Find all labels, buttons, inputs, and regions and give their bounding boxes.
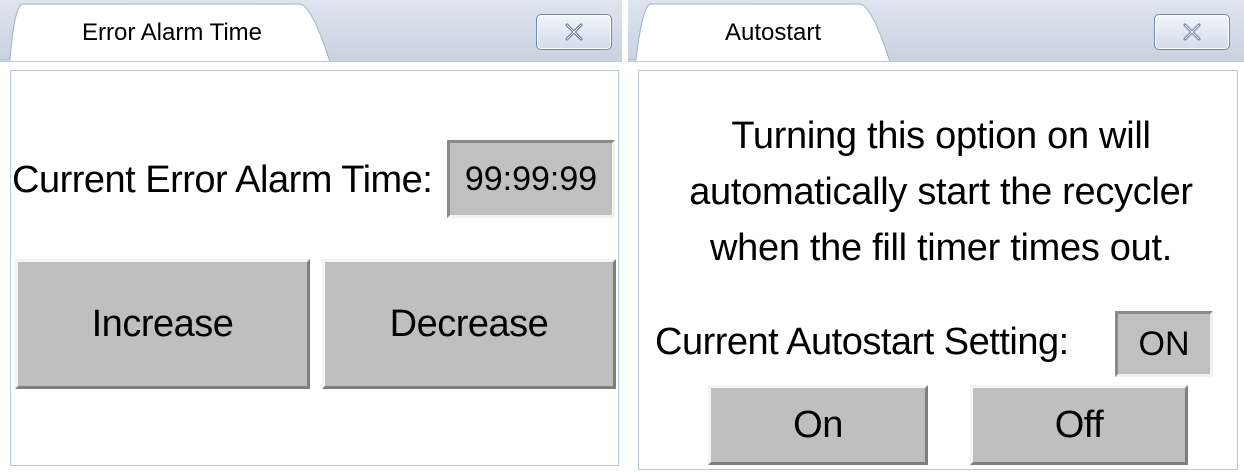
autostart-description-line: automatically start the recycler [689, 171, 1193, 213]
close-icon [565, 23, 583, 41]
autostart-close-button[interactable] [1154, 14, 1230, 50]
increase-button[interactable]: Increase [15, 259, 310, 389]
autostart-description-line: Turning this option on will [731, 115, 1151, 157]
error-alarm-window: Error Alarm Time Current Error Alarm Tim… [0, 0, 622, 472]
screen: Error Alarm Time Current Error Alarm Tim… [0, 0, 1244, 472]
current-autostart-setting-label: Current Autostart Setting: [655, 321, 1069, 363]
autostart-setting-value: ON [1115, 311, 1213, 377]
autostart-tab-bar: Autostart [628, 0, 1244, 62]
decrease-button[interactable]: Decrease [322, 259, 616, 389]
autostart-description: Turning this option on will automaticall… [646, 108, 1236, 276]
error-alarm-time-value: 99:99:99 [447, 140, 615, 218]
autostart-window: Autostart Turning this option on will au… [628, 0, 1244, 472]
error-alarm-tab[interactable]: Error Alarm Time [52, 19, 292, 47]
on-button[interactable]: On [708, 385, 928, 465]
close-icon [1183, 23, 1201, 41]
error-alarm-tab-bar: Error Alarm Time [0, 0, 622, 62]
autostart-description-line: when the fill timer times out. [710, 227, 1172, 269]
off-button[interactable]: Off [970, 385, 1188, 465]
autostart-tab[interactable]: Autostart [688, 19, 858, 47]
current-error-alarm-time-label: Current Error Alarm Time: [12, 159, 433, 201]
error-alarm-close-button[interactable] [536, 14, 612, 50]
